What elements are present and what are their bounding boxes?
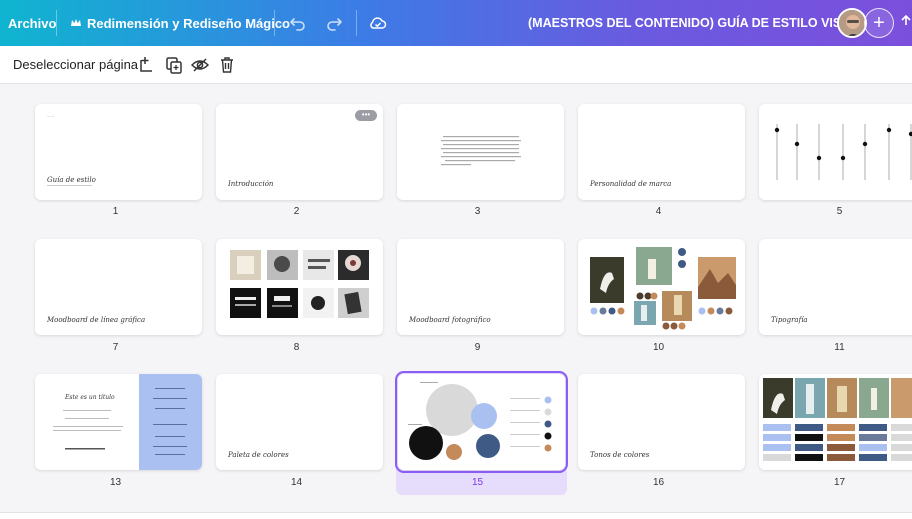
file-menu-button[interactable]: Archivo — [8, 0, 56, 46]
page-number: 13 — [109, 477, 122, 488]
page-number: 17 — [833, 477, 846, 488]
thumb-color-palette — [408, 382, 552, 460]
page-number: 4 — [655, 206, 662, 217]
page-thumbnail-2[interactable]: ••• Introducción — [216, 104, 383, 200]
page-thumbnail-10[interactable] — [578, 239, 745, 335]
thumb-moodboard-grid — [230, 250, 369, 318]
page-thumbnail-3[interactable] — [397, 104, 564, 200]
doc-title[interactable]: (MAESTROS DEL CONTENIDO) GUÍA DE ESTILO … — [528, 0, 867, 46]
redo-icon[interactable] — [324, 13, 344, 33]
page-thumbnail-15[interactable] — [395, 371, 568, 473]
page-title: Este es un título — [65, 394, 115, 401]
avatar[interactable] — [837, 8, 867, 38]
thumb-text-block — [441, 136, 521, 166]
plus-icon: + — [873, 11, 885, 34]
page-number: 14 — [290, 477, 303, 488]
page-thumbnail-8[interactable] — [216, 239, 383, 335]
page-thumbnail-16[interactable]: Tonos de colores — [578, 374, 745, 470]
page-title: Paleta de colores — [228, 451, 289, 459]
divider — [274, 10, 275, 36]
thumb-line — [47, 185, 92, 186]
page-title: Tipografía — [771, 316, 808, 324]
page-number: 10 — [652, 342, 665, 353]
page-thumbnail-13[interactable]: Este es un título — [35, 374, 202, 470]
add-collaborator-button[interactable]: + — [864, 8, 894, 38]
divider — [356, 10, 357, 36]
cloud-check-icon[interactable] — [368, 13, 388, 33]
thumb-typography-layout — [53, 374, 202, 470]
more-options-button[interactable]: ••• — [355, 110, 377, 121]
design-name-button[interactable]: Redimensión y Rediseño Mágico — [70, 0, 290, 46]
page-thumbnail-4[interactable]: Personalidad de marca — [578, 104, 745, 200]
delete-page-icon[interactable] — [217, 55, 237, 75]
hide-page-icon[interactable] — [190, 55, 210, 75]
page-number: 16 — [652, 477, 665, 488]
page-title: Tonos de colores — [590, 451, 650, 459]
page-thumbnail-7[interactable]: Moodboard de línea gráfica — [35, 239, 202, 335]
page-number: 1 — [112, 206, 119, 217]
design-name-label: Redimensión y Rediseño Mágico — [87, 15, 290, 31]
page-thumbnail-9[interactable]: Moodboard fotográfico — [397, 239, 564, 335]
page-number: 11 — [834, 342, 845, 353]
thumb-photo-moodboard — [590, 247, 736, 330]
thumb-small-text: — — — [47, 114, 54, 118]
page-toolbar: Deseleccionar página — [0, 46, 912, 84]
bottom-bar — [0, 512, 912, 519]
page-title: Moodboard fotográfico — [409, 316, 491, 324]
page-number: 5 — [836, 206, 843, 217]
page-thumbnail-1[interactable]: — — Guía de estilo — [35, 104, 202, 200]
page-number: 7 — [112, 342, 119, 353]
page-number: 2 — [293, 206, 300, 217]
page-thumbnail-5[interactable] — [759, 104, 912, 200]
duplicate-page-icon[interactable] — [164, 55, 184, 75]
top-bar: Archivo Redimensión y Rediseño Mágico (M… — [0, 0, 912, 46]
crown-icon — [71, 19, 81, 26]
deselect-page-button[interactable]: Deseleccionar página — [13, 57, 138, 72]
add-page-icon[interactable] — [137, 55, 157, 75]
page-thumbnail-14[interactable]: Paleta de colores — [216, 374, 383, 470]
page-title: Guía de estilo — [47, 176, 96, 184]
page-title: Personalidad de marca — [590, 180, 672, 188]
thumb-sliders — [774, 124, 912, 180]
page-number: 15 — [471, 477, 484, 488]
page-thumbnail-17[interactable] — [759, 374, 912, 470]
page-thumbnail-11[interactable]: Tipografía — [759, 239, 912, 335]
page-number: 9 — [474, 342, 481, 353]
undo-icon[interactable] — [288, 13, 308, 33]
page-title: Introducción — [228, 180, 274, 188]
page-number: 8 — [293, 342, 300, 353]
divider — [56, 10, 57, 36]
page-number: 3 — [474, 206, 481, 217]
thumb-color-tones — [763, 378, 912, 461]
share-icon[interactable] — [898, 14, 912, 32]
file-menu-label: Archivo — [8, 15, 57, 31]
doc-title-label: (MAESTROS DEL CONTENIDO) GUÍA DE ESTILO … — [528, 16, 867, 30]
page-title: Moodboard de línea gráfica — [47, 316, 146, 324]
